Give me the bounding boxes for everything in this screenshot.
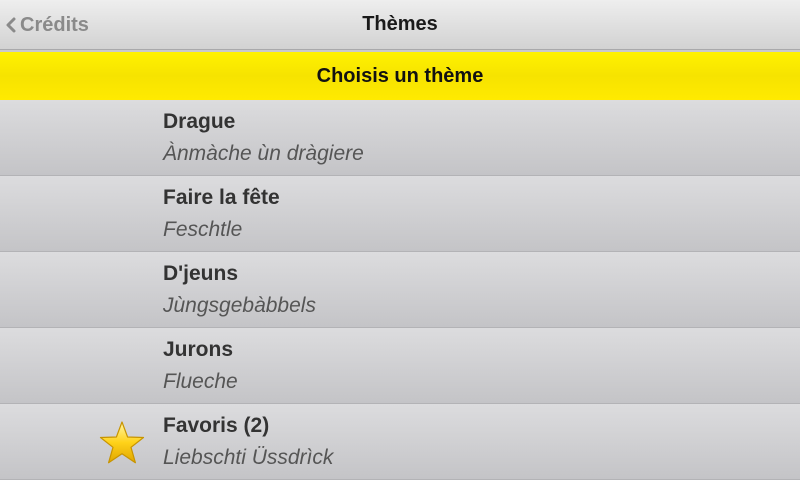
theme-row-drague[interactable]: Drague Ànmàche ùn dràgiere <box>0 100 800 176</box>
theme-title: Favoris (2) <box>163 414 270 437</box>
theme-subtitle: Ànmàche ùn dràgiere <box>163 142 364 165</box>
theme-title: Faire la fête <box>163 186 280 209</box>
page-title: Thèmes <box>362 13 438 35</box>
theme-list: Drague Ànmàche ùn dràgiere Faire la fête… <box>0 100 800 480</box>
navigation-bar: Crédits Thèmes <box>0 0 800 50</box>
theme-title: Drague <box>163 110 236 133</box>
star-icon <box>99 421 145 464</box>
theme-row-jurons[interactable]: Jurons Flueche <box>0 328 800 404</box>
theme-row-djeuns[interactable]: D'jeuns Jùngsgebàbbels <box>0 252 800 328</box>
theme-subtitle: Jùngsgebàbbels <box>163 294 316 317</box>
theme-title: Jurons <box>163 338 234 361</box>
theme-subtitle: Feschtle <box>163 218 243 241</box>
theme-row-faire-la-fete[interactable]: Faire la fête Feschtle <box>0 176 800 252</box>
theme-subtitle: Flueche <box>163 370 238 393</box>
theme-row-favoris[interactable]: Favoris (2) Liebschti Üssdrìck <box>0 404 800 480</box>
theme-subtitle: Liebschti Üssdrìck <box>163 446 334 469</box>
theme-title: D'jeuns <box>163 262 239 285</box>
section-banner: Choisis un thème <box>0 52 800 100</box>
